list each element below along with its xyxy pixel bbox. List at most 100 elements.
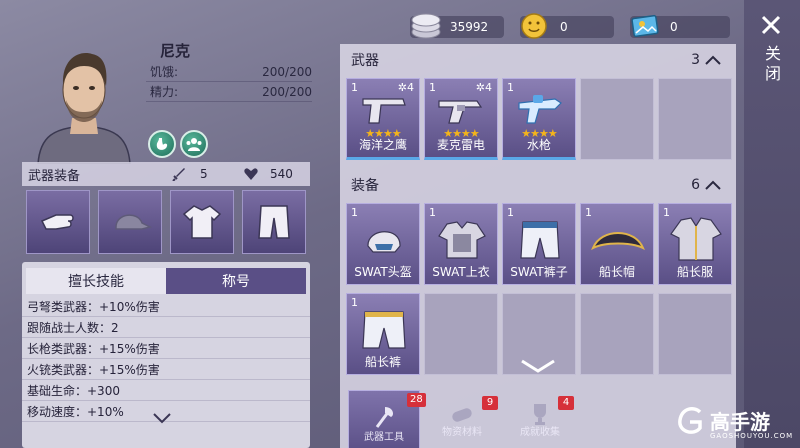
skills-tabs: 擅长技能 称号 bbox=[26, 268, 306, 294]
equip-slot-weapon[interactable] bbox=[26, 190, 90, 254]
shirt-icon bbox=[182, 205, 222, 239]
stat-hunger: 饥饿: 200/200 bbox=[146, 62, 312, 82]
captain-coat-icon bbox=[670, 217, 722, 261]
item-name: 船长帽 bbox=[598, 265, 635, 279]
empty-slot[interactable] bbox=[424, 293, 498, 375]
tab-weapon-tools-count: 28 bbox=[407, 393, 426, 407]
equip-slot-legs[interactable] bbox=[242, 190, 306, 254]
captain-hat-icon bbox=[591, 232, 645, 251]
equipment-card[interactable]: 1 SWAT上衣 bbox=[424, 203, 498, 285]
photo-ticket-icon bbox=[631, 14, 659, 38]
item-name: SWAT头盔 bbox=[354, 265, 412, 279]
water-gun-icon bbox=[518, 95, 562, 124]
coins-counter: 35992 bbox=[410, 13, 504, 40]
tab-materials-count: 9 bbox=[482, 396, 498, 410]
close-panel[interactable]: 关闭 bbox=[744, 0, 800, 448]
tab-achievements-count: 4 bbox=[558, 396, 574, 410]
weapon-equipment-bar: 武器装备 5 540 bbox=[22, 162, 310, 186]
weapon-card[interactable]: 1 ✲4 ★★★★ 海洋之鹰 bbox=[346, 78, 420, 160]
item-qty: 1 bbox=[585, 206, 592, 219]
weapon-card[interactable]: 1 ★★★★ 水枪 bbox=[502, 78, 576, 160]
collapse-up-icon[interactable] bbox=[704, 179, 722, 191]
equipment-card[interactable]: 1 船长帽 bbox=[580, 203, 654, 285]
item-qty: 1 bbox=[507, 206, 514, 219]
attack-value: 5 bbox=[200, 167, 208, 181]
skill-line: 基础生命：+300 bbox=[22, 380, 310, 401]
equipment-card[interactable]: 1 船长服 bbox=[658, 203, 732, 285]
site-logo: 高手游 GAOSHOUYOU.COM bbox=[676, 404, 800, 448]
empty-slot[interactable] bbox=[658, 78, 732, 160]
equip-slot-head[interactable] bbox=[98, 190, 162, 254]
item-name: 麦克雷电 bbox=[436, 138, 485, 152]
close-label[interactable]: 关闭 bbox=[763, 44, 783, 84]
heart-icon bbox=[244, 168, 258, 180]
coin-stack-icon bbox=[411, 13, 441, 39]
tab-materials-label: 物资材料 bbox=[442, 427, 482, 438]
gems-counter: 0 bbox=[520, 13, 614, 40]
tab-materials[interactable]: 9 物资材料 bbox=[426, 394, 498, 448]
character-portrait bbox=[37, 53, 131, 164]
tickets-value: 0 bbox=[670, 20, 678, 34]
coins-value: 35992 bbox=[450, 20, 489, 34]
helmet-icon bbox=[367, 231, 401, 253]
item-qty: 1 bbox=[507, 81, 514, 94]
character-name: 尼克 bbox=[160, 42, 191, 60]
item-name: 水枪 bbox=[526, 138, 551, 152]
stat-hunger-label: 饥饿: bbox=[150, 65, 179, 79]
logo-g-icon bbox=[678, 406, 702, 434]
empty-slot[interactable] bbox=[658, 293, 732, 375]
item-qty: 1 bbox=[351, 81, 358, 94]
pants-icon bbox=[258, 205, 290, 239]
tab-weapon-tools[interactable]: 28 武器工具 bbox=[348, 390, 426, 448]
smiley-coin-icon bbox=[521, 13, 547, 39]
empty-slot[interactable] bbox=[580, 78, 654, 160]
skill-line: 跟随战士人数：2 bbox=[22, 317, 310, 338]
tickets-counter: 0 bbox=[630, 14, 730, 40]
equipment-card[interactable]: 1 SWAT头盔 bbox=[346, 203, 420, 285]
item-name: SWAT裤子 bbox=[510, 265, 568, 279]
tab-weapon-tools-label: 武器工具 bbox=[364, 432, 404, 443]
equipment-count: 6 bbox=[691, 177, 700, 193]
equipment-card[interactable]: 1 SWAT裤子 bbox=[502, 203, 576, 285]
swat-pants-icon bbox=[520, 221, 560, 259]
item-name: 海洋之鹰 bbox=[358, 138, 407, 152]
equipment-title: 装备 bbox=[351, 178, 379, 194]
equipment-section-header[interactable]: 装备 6 bbox=[345, 173, 730, 197]
equipment-card[interactable]: 1 船长裤 bbox=[346, 293, 420, 375]
cap-icon bbox=[115, 214, 152, 230]
item-name: SWAT上衣 bbox=[432, 265, 490, 279]
weapons-section-header[interactable]: 武器 3 bbox=[345, 48, 730, 72]
tab-titles[interactable]: 称号 bbox=[166, 268, 306, 294]
stat-energy-label: 精力: bbox=[150, 85, 179, 99]
item-name: 船长服 bbox=[676, 265, 713, 279]
skills-scroll-down-icon[interactable] bbox=[152, 412, 172, 424]
inventory-scroll-down-icon[interactable] bbox=[518, 358, 558, 374]
character-panel: 尼克 饥饿: 200/200 精力: 200/200 武器装备 5 540 擅长… bbox=[22, 0, 318, 448]
empty-slot[interactable] bbox=[580, 293, 654, 375]
equip-bar-label: 武器装备 bbox=[28, 168, 81, 184]
stat-hunger-value: 200/200 bbox=[262, 64, 312, 79]
stomach-badge-icon[interactable] bbox=[148, 130, 176, 158]
stat-energy: 精力: 200/200 bbox=[146, 82, 312, 102]
gems-value: 0 bbox=[560, 20, 568, 34]
collapse-up-icon[interactable] bbox=[704, 54, 722, 66]
item-qty: 1 bbox=[351, 206, 358, 219]
close-icon[interactable] bbox=[760, 14, 782, 36]
captain-pants-icon bbox=[362, 311, 406, 349]
revolver-icon bbox=[438, 100, 483, 124]
skill-line: 弓弩类武器：+10%伤害 bbox=[22, 296, 310, 317]
tab-skills[interactable]: 擅长技能 bbox=[26, 268, 166, 294]
logo-text: 高手游 bbox=[710, 410, 770, 434]
item-qty: 1 bbox=[429, 206, 436, 219]
sword-icon bbox=[172, 168, 185, 181]
item-qty: 1 bbox=[351, 296, 358, 309]
health-value: 540 bbox=[270, 167, 293, 181]
weapons-count: 3 bbox=[691, 52, 700, 68]
stat-energy-value: 200/200 bbox=[262, 84, 312, 99]
weapons-title: 武器 bbox=[351, 53, 379, 69]
weapon-card[interactable]: 1 ✲4 ★★★★ 麦克雷电 bbox=[424, 78, 498, 160]
team-badge-icon[interactable] bbox=[180, 130, 208, 158]
equip-slot-body[interactable] bbox=[170, 190, 234, 254]
fist-icon bbox=[40, 214, 74, 230]
tab-achievements[interactable]: 4 成就收集 bbox=[504, 394, 576, 448]
